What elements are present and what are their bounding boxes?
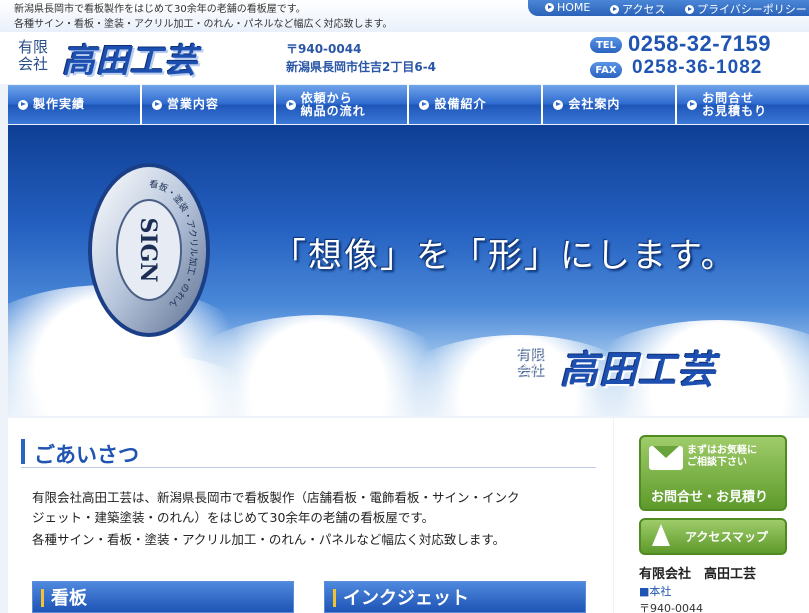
arrow-icon — [687, 99, 698, 110]
heading-accent-bar — [21, 439, 25, 464]
sidebar-company-name: 有限会社 高田工芸 — [639, 567, 757, 582]
nav-flow-label: 依頼から 納品の流れ — [300, 90, 366, 118]
nav-company-label: 会社案内 — [568, 97, 621, 111]
nav-services-label: 営業内容 — [166, 97, 219, 111]
tel-badge: TEL — [590, 37, 622, 53]
disc-center-text: SIGN — [135, 217, 161, 282]
tagline-line-1: 新潟県長岡市で看板製作をはじめて30余年の老舗の看板屋です。 — [14, 4, 306, 15]
fax-badge: FAX — [590, 62, 622, 78]
envelope-icon — [649, 446, 683, 470]
greeting-text-line-1: 有限会社高田工芸は、新潟県長岡市で看板製作（店舗看板・電飾看板・サイン・インク — [32, 490, 520, 505]
nav-equipment-label: 設備紹介 — [434, 97, 487, 111]
contact-button-subtext: まずはお気軽に ご相談下さい — [687, 445, 757, 468]
top-nav-privacy-label: プライバシーポリシー — [697, 3, 807, 16]
nav-equipment[interactable]: 設備紹介 — [409, 85, 544, 124]
arrow-icon — [151, 99, 162, 110]
company-type-lower: 会社 — [18, 55, 49, 73]
hero-company-type-upper: 有限 — [516, 347, 544, 363]
nav-company[interactable]: 会社案内 — [543, 85, 678, 124]
arrow-icon — [545, 3, 554, 12]
top-nav-home-label: HOME — [557, 1, 591, 14]
sidebar-zip: 〒940-0044 — [639, 602, 703, 613]
hero-company-type: 有限 会社 — [516, 347, 544, 379]
arrow-icon — [610, 4, 619, 14]
main-nav: 製作実績 営業内容 依頼から 納品の流れ 設備紹介 会社案内 お問合せ お見積も… — [8, 85, 809, 124]
nav-works[interactable]: 製作実績 — [8, 85, 142, 124]
arrow-icon — [685, 4, 694, 14]
top-nav-access[interactable]: アクセス — [610, 1, 665, 17]
arrow-icon — [419, 99, 430, 110]
header-zip: 〒940-0044 — [286, 42, 362, 56]
greeting-title: ごあいさつ — [34, 443, 139, 467]
nav-flow[interactable]: 依頼から 納品の流れ — [275, 85, 410, 124]
top-nav-access-label: アクセス — [622, 3, 666, 16]
divider — [21, 467, 596, 468]
sign-disc-icon: 看板・塗装・アクリル加工・のれん SIGN — [88, 163, 210, 337]
arrow-icon — [18, 99, 28, 110]
hero-company-type-lower: 会社 — [516, 363, 544, 379]
hero-catchphrase: 「想像」を「形」にします。 — [272, 236, 737, 276]
site-logo[interactable]: 高田工芸 — [62, 34, 198, 82]
sidebar-head-office: ■本社 — [639, 585, 672, 598]
tagline-line-2: 各種サイン・看板・塗装・アクリル加工・のれん・パネルなど幅広く対応致します。 — [14, 19, 393, 30]
header-address: 新潟県長岡市住吉2丁目6-4 — [286, 60, 437, 74]
top-nav-home[interactable]: HOME — [545, 1, 590, 14]
nav-contact-label: お問合せ お見積もり — [702, 90, 768, 118]
hero-logo: 高田工芸 — [560, 348, 717, 392]
nav-contact[interactable]: お問合せ お見積もり — [677, 85, 809, 124]
access-map-label: アクセスマップ — [685, 530, 769, 544]
tel-number[interactable]: 0258-32-7159 — [628, 31, 771, 57]
arrow-icon — [553, 99, 564, 110]
top-nav: HOME アクセス プライバシーポリシー — [528, 0, 809, 16]
hero-banner: 看板・塗装・アクリル加工・のれん SIGN 「想像」を「形」にします。 有限 会… — [8, 125, 809, 416]
nav-services[interactable]: 営業内容 — [141, 85, 276, 124]
nav-works-label: 製作実績 — [33, 97, 86, 111]
contact-button-label: お問合せ・お見積り — [651, 490, 769, 505]
arrow-icon — [285, 99, 296, 110]
section-header-signboard[interactable]: 看板 — [32, 581, 294, 613]
map-pin-icon — [652, 524, 670, 546]
greeting-text-line-3: 各種サイン・看板・塗装・アクリル加工・のれん・パネルなど幅広く対応致します。 — [32, 532, 506, 547]
section-header-inkjet[interactable]: インクジェット — [324, 581, 586, 613]
fax-number: 0258-36-1082 — [632, 57, 763, 78]
top-nav-privacy[interactable]: プライバシーポリシー — [685, 1, 807, 17]
greeting-text-line-2: ジェット・建築塗装・のれん）をはじめて30余年の老舗の看板屋です。 — [32, 510, 435, 525]
